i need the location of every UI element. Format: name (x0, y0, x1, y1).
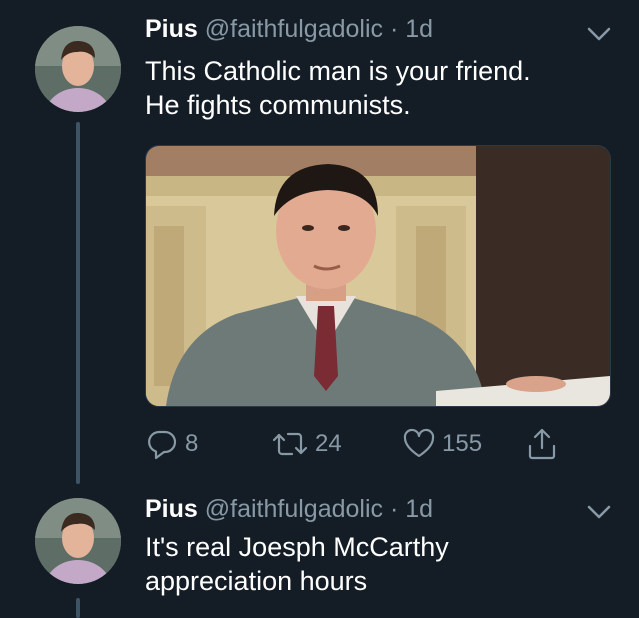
avatar[interactable] (35, 498, 121, 584)
reply-count: 8 (185, 430, 199, 457)
thread-line (76, 122, 80, 484)
author-name[interactable]: Pius (145, 495, 198, 523)
author-handle[interactable]: @faithfulgadolic (205, 495, 383, 523)
reply-icon (148, 430, 177, 460)
author-handle[interactable]: @faithfulgadolic (205, 15, 383, 43)
tweet-text-line: appreciation hours (145, 566, 368, 596)
like-icon (403, 428, 435, 458)
like-count: 155 (442, 430, 483, 457)
chevron-down-icon[interactable] (585, 502, 613, 522)
share-icon (528, 428, 556, 460)
tweet-text-line: He fights communists. (145, 90, 411, 120)
tweet-header: Pius @faithfulgadolic · 1d (145, 494, 433, 524)
separator-dot: · (389, 15, 399, 43)
tweet-time[interactable]: 1d (405, 495, 433, 523)
author-name[interactable]: Pius (145, 15, 198, 43)
chevron-down-icon[interactable] (585, 24, 613, 44)
like-button[interactable]: 155 (402, 424, 482, 464)
tweet-header: Pius @faithfulgadolic · 1d (145, 14, 433, 44)
tweet-image[interactable] (145, 145, 611, 407)
avatar[interactable] (35, 26, 121, 112)
separator-dot: · (389, 495, 399, 523)
tweet-text-line: It's real Joesph McCarthy (145, 532, 449, 562)
share-button[interactable] (525, 424, 559, 464)
thread-line (76, 598, 80, 618)
tweet-time[interactable]: 1d (405, 15, 433, 43)
tweet-text-line: This Catholic man is your friend. (145, 56, 531, 86)
retweet-count: 24 (315, 430, 342, 457)
tweet-2[interactable]: Pius @faithfulgadolic · 1d It's real Joe… (0, 490, 639, 618)
tweet-actions: 8 24 155 (145, 424, 585, 464)
tweet-1[interactable]: Pius @faithfulgadolic · 1d This Catholic… (0, 0, 639, 490)
tweet-text: This Catholic man is your friend. He fig… (145, 54, 531, 122)
retweet-icon (272, 432, 308, 456)
reply-button[interactable]: 8 (145, 424, 198, 464)
retweet-button[interactable]: 24 (271, 424, 342, 464)
tweet-text: It's real Joesph McCarthy appreciation h… (145, 530, 449, 598)
